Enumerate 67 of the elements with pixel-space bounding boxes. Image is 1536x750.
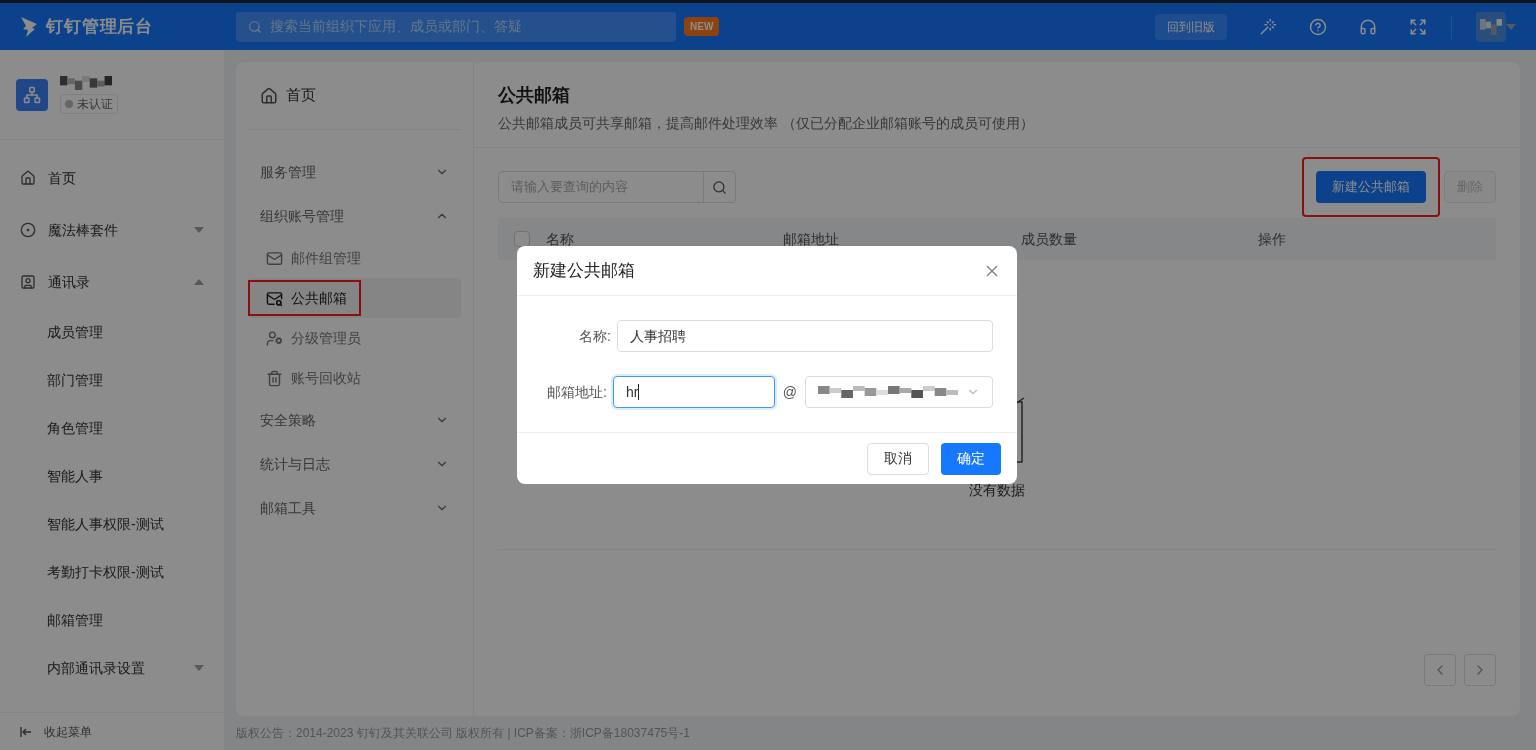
sidebar-item[interactable]: 通讯录 <box>0 256 224 308</box>
subnav-item-icon <box>266 289 283 307</box>
sidebar-subitem[interactable]: 成员管理 <box>0 308 224 356</box>
column-header: 操作 <box>1258 229 1288 249</box>
new-mailbox-button[interactable]: 新建公共邮箱 <box>1316 171 1426 203</box>
name-label: 名称: <box>578 326 611 346</box>
address-input[interactable]: hr <box>612 376 775 408</box>
name-input[interactable]: 人事招聘 <box>617 320 993 352</box>
caret-down-icon <box>194 227 204 233</box>
subnav-item[interactable]: 账号回收站 <box>248 358 461 398</box>
sidebar-subitem[interactable]: 部门管理 <box>0 356 224 404</box>
modal-title: 新建公共邮箱 <box>533 259 636 282</box>
subnav-item[interactable]: 邮件组管理 <box>248 238 461 278</box>
column-header: 名称 <box>545 229 575 249</box>
sidebar-subitem[interactable]: 邮箱管理 <box>0 596 224 644</box>
status-badge: 未认证 <box>60 93 118 114</box>
search-icon[interactable] <box>712 179 727 195</box>
column-header: 成员数量 <box>1020 229 1078 249</box>
page-title: 公共邮箱 <box>498 84 571 107</box>
select-all-checkbox[interactable] <box>514 231 530 247</box>
collapse-menu-button[interactable]: 收起菜单 <box>0 712 224 750</box>
caret-down-icon <box>194 665 204 671</box>
subnav-section[interactable]: 安全策略 <box>248 398 461 442</box>
magic-wand-icon[interactable] <box>1259 17 1277 36</box>
column-header: 邮箱地址 <box>783 229 841 249</box>
home-icon <box>260 86 278 105</box>
subnav-section[interactable]: 服务管理 <box>248 150 461 194</box>
sidebar-item-icon <box>20 222 36 238</box>
sidebar-subitem[interactable]: 考勤打卡权限-测试 <box>0 548 224 596</box>
subnav-item-icon <box>266 249 283 267</box>
cancel-button[interactable]: 取消 <box>867 442 929 475</box>
subnav-item-icon <box>266 369 283 387</box>
org-chart-icon <box>23 85 41 104</box>
sidebar-subitem[interactable]: 智能人事 <box>0 452 224 500</box>
help-icon[interactable] <box>1309 17 1327 36</box>
fullscreen-icon[interactable] <box>1409 17 1427 36</box>
sidebar-subitem[interactable]: 智能人事权限-测试 <box>0 500 224 548</box>
redacted-org-name <box>60 75 112 90</box>
address-label: 邮箱地址: <box>546 382 607 402</box>
subnav-section[interactable]: 统计与日志 <box>248 442 461 486</box>
new-badge: NEW <box>684 17 720 36</box>
at-sign: @ <box>782 382 797 402</box>
page-description: 公共邮箱成员可共享邮箱，提高邮件处理效率 （仅已分配企业邮箱账号的成员可使用） <box>498 114 1035 133</box>
app-title: 钉钉管理后台 <box>46 15 154 38</box>
subnav-item[interactable]: 公共邮箱 <box>248 278 461 318</box>
sidebar-item-icon <box>20 170 36 186</box>
subnav-section[interactable]: 组织账号管理 <box>248 194 461 238</box>
sidebar-item-icon <box>20 274 36 290</box>
caret-up-icon <box>194 279 204 285</box>
sidebar-item[interactable]: 魔法棒套件 <box>0 204 224 256</box>
subnav-home[interactable]: 首页 <box>248 62 461 130</box>
empty-text: 没有数据 <box>969 481 1025 500</box>
subnav-item[interactable]: 分级管理员 <box>248 318 461 358</box>
sidebar-item[interactable]: 首页 <box>0 152 224 204</box>
subnav-item-icon <box>266 329 283 347</box>
sidebar-subitem[interactable]: 角色管理 <box>0 404 224 452</box>
user-avatar[interactable] <box>1476 11 1506 42</box>
logo-icon <box>20 15 38 38</box>
headset-icon[interactable] <box>1359 17 1377 36</box>
collapse-icon <box>20 725 32 738</box>
redacted-avatar <box>1480 18 1502 35</box>
caret-down-icon <box>1506 23 1516 30</box>
domain-select[interactable] <box>805 376 993 408</box>
subnav-section[interactable]: 邮箱工具 <box>248 486 461 530</box>
search-icon <box>248 19 262 34</box>
sidebar-subitem[interactable]: 内部通讯录设置 <box>0 644 224 692</box>
confirm-button[interactable]: 确定 <box>941 442 1001 475</box>
